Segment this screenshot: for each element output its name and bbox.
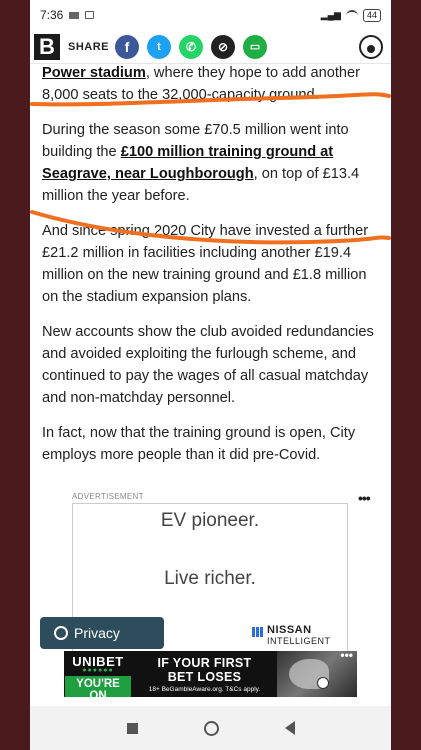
unibet-disclaimer: 18+ BeGambleAware.org. T&Cs apply. — [148, 685, 261, 693]
football-icon — [317, 677, 329, 689]
account-icon[interactable] — [359, 34, 383, 59]
article-paragraph: In fact, now that the training ground is… — [42, 425, 356, 463]
facebook-icon[interactable]: f — [115, 34, 140, 59]
unibet-footballer-image: ••• — [277, 651, 357, 697]
article-body: Power stadium, where they hope to add an… — [30, 62, 391, 466]
twitter-icon[interactable]: t — [147, 34, 172, 59]
unibet-offer-line2: BET LOSES — [167, 669, 242, 684]
recents-icon[interactable] — [126, 722, 138, 734]
battery-indicator: 44 — [362, 8, 381, 22]
unibet-banner-ad[interactable]: UNIBET ●●●●●● YOU'RE ON IF YOUR FIRST BE… — [64, 651, 357, 697]
notification-icon — [85, 11, 95, 19]
article-link[interactable]: Power stadium — [42, 65, 146, 81]
ad-options-icon[interactable]: ••• — [358, 490, 371, 506]
site-header: B SHARE f t ✆ ⊘ ▭ — [30, 30, 391, 64]
ad-brand: NISSAN — [267, 624, 312, 636]
home-icon[interactable] — [203, 720, 219, 736]
whatsapp-icon[interactable]: ✆ — [179, 34, 204, 59]
advertisement-label: ADVERTISEMENT — [72, 492, 144, 501]
status-bar: 7:36 ▂▄▆ 44 — [30, 0, 391, 30]
privacy-label: Privacy — [74, 625, 120, 641]
device-frame-right — [391, 0, 421, 750]
nissan-logo-icon — [252, 627, 263, 637]
unibet-slogan: YOU'RE ON — [65, 676, 131, 697]
phone-screen: 7:36 ▂▄▆ 44 B SHARE f t ✆ ⊘ ▭ Power stad… — [30, 0, 391, 750]
mail-icon — [69, 11, 80, 19]
message-icon[interactable]: ▭ — [243, 34, 268, 59]
back-icon[interactable] — [284, 721, 295, 735]
share-label: SHARE — [68, 40, 110, 53]
android-nav-bar — [30, 706, 391, 750]
status-time: 7:36 — [40, 8, 64, 22]
gear-icon — [54, 626, 68, 640]
ad-options-icon[interactable]: ••• — [340, 651, 353, 662]
article-paragraph: New accounts show the club avoided redun… — [42, 324, 374, 406]
signal-icon: ▂▄▆ — [320, 9, 341, 20]
unibet-dots-icon: ●●●●●● — [82, 667, 114, 674]
link-icon[interactable]: ⊘ — [211, 34, 236, 59]
article-paragraph: And since spring 2020 City have invested… — [42, 223, 369, 305]
wifi-icon — [345, 10, 358, 20]
article-paragraph: During the season some £70.5 million wen… — [42, 122, 360, 204]
unibet-offer-line1: IF YOUR FIRST — [157, 655, 252, 670]
article-paragraph: Power stadium, where they hope to add an… — [42, 65, 361, 103]
device-frame-left — [0, 0, 30, 750]
ad-headline: EV pioneer. — [160, 510, 260, 531]
site-logo[interactable]: B — [34, 33, 60, 60]
ad-tagline: Live richer. — [164, 568, 256, 589]
ad-brand-sub: INTELLIGENT — [267, 636, 331, 646]
privacy-button[interactable]: Privacy — [40, 617, 164, 649]
